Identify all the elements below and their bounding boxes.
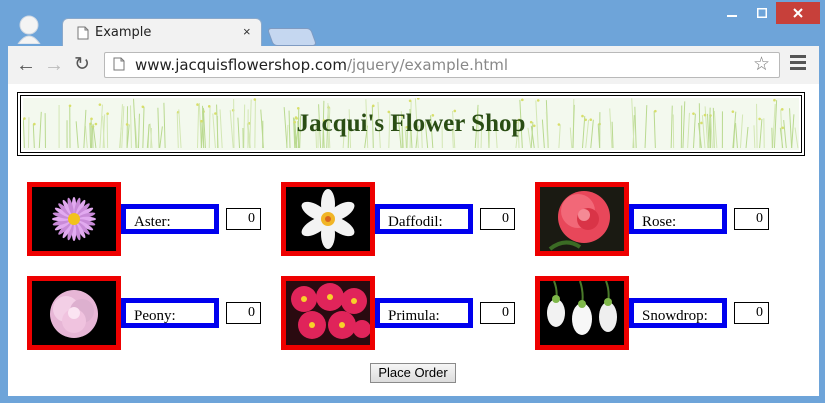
- daffodil-label: Daffodil:: [375, 204, 473, 234]
- primula-image: [281, 276, 375, 350]
- product-daffodil: Daffodil: 0: [281, 182, 525, 256]
- header-banner: Jacqui's Flower Shop: [17, 92, 805, 156]
- maximize-icon[interactable]: [748, 2, 776, 24]
- tab-close-icon[interactable]: ×: [243, 24, 251, 39]
- daffodil-quantity-input[interactable]: 0: [480, 208, 515, 230]
- menu-icon[interactable]: [790, 55, 806, 73]
- url-text: www.jacquisflowershop.com/jquery/example…: [135, 56, 508, 74]
- address-bar[interactable]: www.jacquisflowershop.com/jquery/example…: [104, 52, 780, 78]
- peony-quantity-input[interactable]: 0: [226, 302, 261, 324]
- minimize-icon[interactable]: [718, 2, 746, 24]
- page-icon: [77, 26, 89, 45]
- forward-arrow-icon[interactable]: →: [42, 53, 66, 77]
- rose-quantity-input[interactable]: 0: [734, 208, 769, 230]
- product-snowdrop: Snowdrop: 0: [535, 276, 779, 350]
- place-order-button[interactable]: Place Order: [370, 363, 456, 383]
- product-primula: Primula: 0: [281, 276, 525, 350]
- tab-example[interactable]: Example ×: [62, 18, 262, 46]
- aster-image: [27, 182, 121, 256]
- new-tab-button[interactable]: [266, 28, 318, 46]
- product-aster: Aster: 0: [27, 182, 271, 256]
- tab-title: Example: [95, 25, 152, 40]
- daffodil-image: [281, 182, 375, 256]
- product-rose: Rose: 0: [535, 182, 779, 256]
- peony-label: Peony:: [121, 298, 219, 328]
- snowdrop-label: Snowdrop:: [629, 298, 727, 328]
- browser-toolbar: ← → ↻ www.jacquisflowershop.com/jquery/e…: [8, 46, 819, 84]
- title-bar: Example ×: [0, 0, 825, 46]
- aster-quantity-input[interactable]: 0: [226, 208, 261, 230]
- browser-window: Example × ← → ↻ www.jacquisflowershop.co…: [0, 0, 825, 403]
- aster-label: Aster:: [121, 204, 219, 234]
- primula-quantity-input[interactable]: 0: [480, 302, 515, 324]
- bookmark-star-icon[interactable]: ☆: [753, 53, 770, 76]
- product-peony: Peony: 0: [27, 276, 271, 350]
- peony-image: [27, 276, 121, 350]
- rose-image: [535, 182, 629, 256]
- page-content: Jacqui's Flower Shop Aster: 0 Daffodil: …: [8, 84, 819, 396]
- reload-icon[interactable]: ↻: [70, 53, 94, 77]
- snowdrop-quantity-input[interactable]: 0: [734, 302, 769, 324]
- close-window-icon[interactable]: [776, 2, 820, 24]
- page-icon: [113, 57, 125, 76]
- back-arrow-icon[interactable]: ←: [14, 53, 38, 77]
- rose-label: Rose:: [629, 204, 727, 234]
- url-host: www.jacquisflowershop.com: [135, 56, 347, 74]
- snowdrop-image: [535, 276, 629, 350]
- primula-label: Primula:: [375, 298, 473, 328]
- page-title: Jacqui's Flower Shop: [296, 110, 526, 137]
- url-path: /jquery/example.html: [346, 56, 509, 74]
- profile-avatar-icon[interactable]: [14, 14, 44, 45]
